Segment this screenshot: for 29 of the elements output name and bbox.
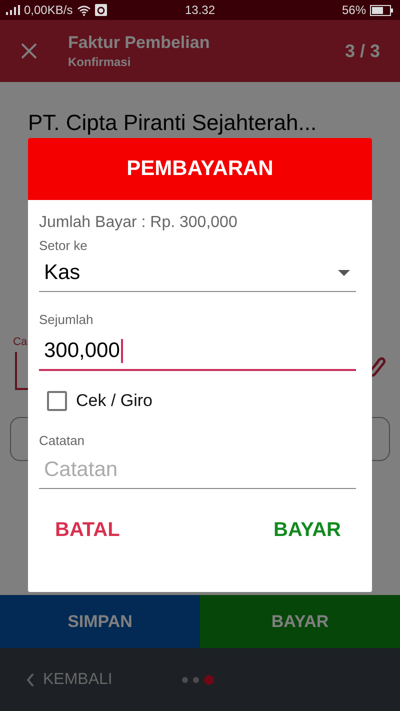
chevron-left-icon [26,672,35,686]
clock-time: 13.32 [184,3,216,17]
back-button[interactable]: KEMBALI [26,670,112,688]
field-label: Setor ke [39,238,88,253]
network-speed: 0,00KB/s [24,3,73,17]
dialog-button[interactable]: BATAL [55,515,120,546]
field-label: Sejumlah [39,312,94,327]
alarm-icon [94,4,107,16]
payment-amount: Jumlah Bayar : Rp. 300,000 [39,214,238,232]
cek-giro-checkbox[interactable]: Cek / Giro [47,391,356,411]
amount-input[interactable]: 300,000 [39,327,356,371]
battery-icon [370,4,394,16]
signal-icon [6,5,20,15]
deposit-dropdown[interactable]: Kas [39,253,356,292]
field-label: Ca [13,336,28,348]
page-title: Faktur Pembelian [68,33,211,53]
note-input[interactable]: Catatan [39,448,356,489]
dialog-title: PEMBAYARAN [126,157,274,181]
company-name: PT. Cipta Piranti Sejahterah... [28,110,318,136]
action-button[interactable]: BAYAR [200,595,400,648]
wifi-icon [76,4,91,16]
page-subtitle: Konfirmasi [68,55,132,69]
close-icon[interactable] [20,42,38,60]
step-counter: 3 / 3 [344,40,380,62]
field-label: Catatan [39,433,86,448]
dialog-button[interactable]: BAYAR [274,515,341,546]
dropdown-arrow-icon [338,270,350,276]
action-button[interactable]: SIMPAN [0,595,200,648]
battery-percent: 56% [342,3,366,17]
